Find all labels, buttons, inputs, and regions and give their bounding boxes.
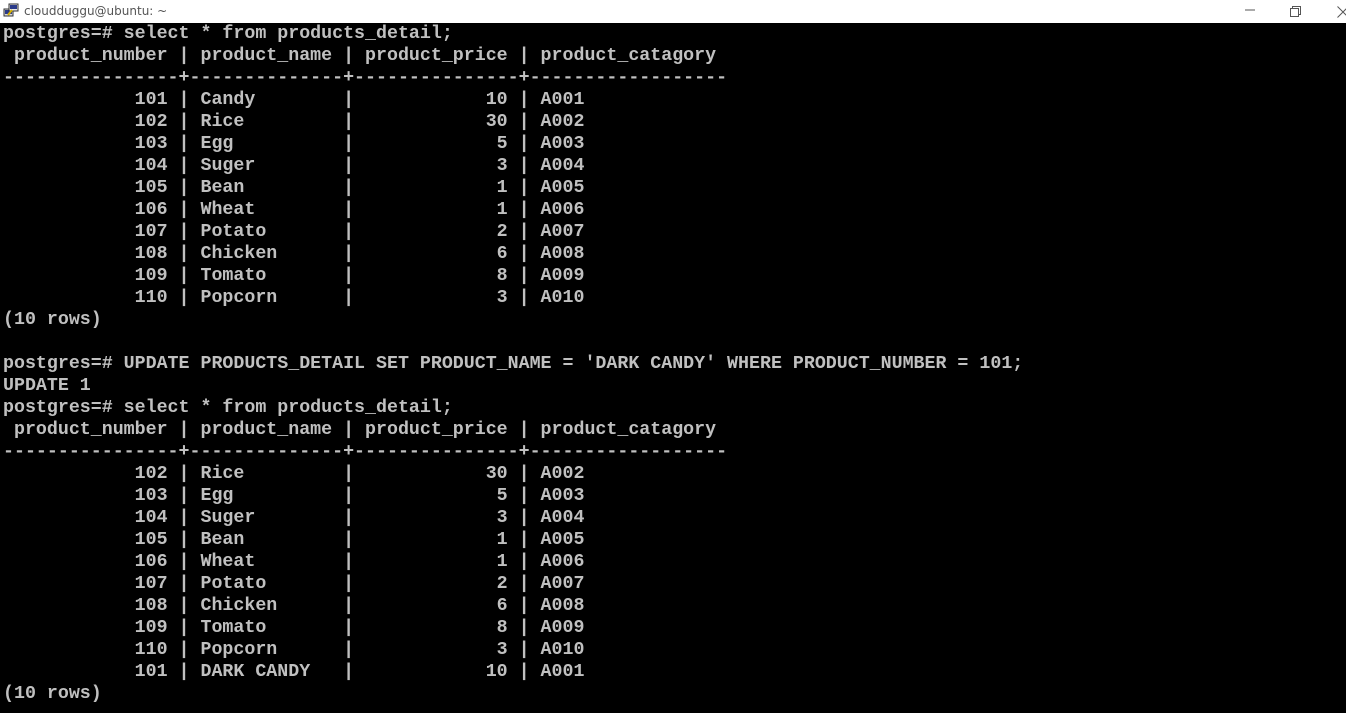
terminal-output[interactable]: postgres=# select * from products_detail… (3, 23, 1346, 713)
terminal-line: 107 | Potato | 2 | A007 (3, 222, 585, 242)
terminal-line: 105 | Bean | 1 | A005 (3, 178, 585, 198)
terminal-line: product_number | product_name | product_… (3, 46, 717, 66)
terminal-line: postgres=# select * from products_detail… (3, 398, 453, 418)
terminal-line: 105 | Bean | 1 | A005 (3, 530, 585, 550)
terminal-line: 109 | Tomato | 8 | A009 (3, 266, 585, 286)
minimize-icon (1245, 9, 1255, 11)
terminal-line: postgres=# select * from products_detail… (3, 24, 453, 44)
terminal-line: 102 | Rice | 30 | A002 (3, 464, 585, 484)
terminal-line: 106 | Wheat | 1 | A006 (3, 200, 585, 220)
terminal-line: 101 | Candy | 10 | A001 (3, 90, 585, 110)
close-button[interactable] (1320, 0, 1346, 23)
terminal-line: 103 | Egg | 5 | A003 (3, 134, 585, 154)
terminal-line: 108 | Chicken | 6 | A008 (3, 596, 585, 616)
terminal-line: 110 | Popcorn | 3 | A010 (3, 288, 585, 308)
minimize-button[interactable] (1227, 0, 1273, 23)
restore-icon (1290, 6, 1301, 17)
terminal-line: 101 | DARK CANDY | 10 | A001 (3, 662, 585, 682)
terminal-line: 110 | Popcorn | 3 | A010 (3, 640, 585, 660)
terminal-line: ----------------+--------------+--------… (3, 442, 728, 462)
terminal-line: 107 | Potato | 2 | A007 (3, 574, 585, 594)
terminal-line: 106 | Wheat | 1 | A006 (3, 552, 585, 572)
title-bar: cloudduggu@ubuntu: ~ (0, 0, 1346, 23)
terminal-line: 108 | Chicken | 6 | A008 (3, 244, 585, 264)
terminal-line: UPDATE 1 (3, 376, 91, 396)
terminal-line: (10 rows) (3, 684, 102, 704)
terminal-line: 103 | Egg | 5 | A003 (3, 486, 585, 506)
terminal-line: (10 rows) (3, 310, 102, 330)
terminal-line: postgres=# UPDATE PRODUCTS_DETAIL SET PR… (3, 354, 1024, 374)
terminal-line: 104 | Suger | 3 | A004 (3, 156, 585, 176)
terminal-line: 104 | Suger | 3 | A004 (3, 508, 585, 528)
restore-button[interactable] (1273, 0, 1319, 23)
terminal-line: 109 | Tomato | 8 | A009 (3, 618, 585, 638)
terminal-line: product_number | product_name | product_… (3, 420, 717, 440)
putty-icon[interactable] (3, 3, 19, 19)
terminal-line: ----------------+--------------+--------… (3, 68, 728, 88)
terminal-line: 102 | Rice | 30 | A002 (3, 112, 585, 132)
window-title: cloudduggu@ubuntu: ~ (24, 4, 168, 18)
close-icon (1337, 6, 1346, 18)
